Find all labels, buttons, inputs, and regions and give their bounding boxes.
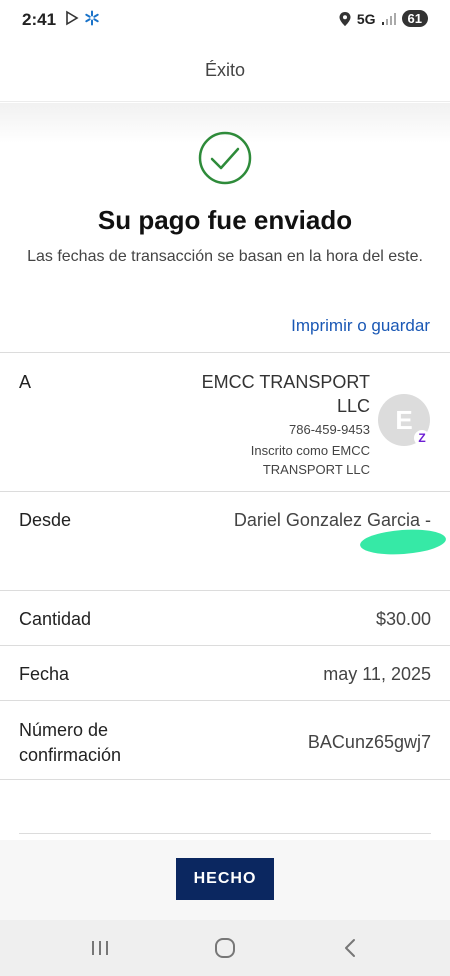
confirmation-number-label-line2: confirmación <box>19 745 122 765</box>
divider <box>19 833 431 834</box>
done-button[interactable]: HECHO <box>176 858 274 900</box>
recipient-info: EMCC TRANSPORT LLC 786-459-9453 Inscrito… <box>150 370 370 479</box>
divider <box>0 352 450 353</box>
status-right: 5G 61 <box>339 10 428 27</box>
recipient-registered-line2: TRANSPORT LLC <box>262 462 370 477</box>
app-header: Éxito <box>0 40 450 102</box>
home-icon <box>215 938 235 958</box>
from-value: Dariel Gonzalez Garcia - <box>233 510 431 530</box>
recipient-name-line2: LLC <box>336 396 370 416</box>
confirmation-number-label: Número de confirmación <box>19 718 121 768</box>
amount-value: $30.00 <box>375 609 431 629</box>
signal-icon <box>381 12 396 25</box>
recipient-phone: 786-459-9453 <box>289 422 370 437</box>
back-icon <box>345 939 355 957</box>
divider <box>0 590 450 591</box>
status-time: 2:41 <box>22 10 57 29</box>
status-app-icons <box>64 10 100 26</box>
walmart-spark-icon <box>85 10 99 26</box>
confirmation-number-value: BACunz65gwj7 <box>307 732 431 752</box>
system-nav-bar <box>0 920 450 976</box>
amount-label: Cantidad <box>19 609 92 629</box>
redaction-highlight <box>359 527 447 557</box>
home-button[interactable] <box>205 934 245 962</box>
recent-apps-button[interactable] <box>80 934 120 962</box>
play-store-icon <box>66 10 79 26</box>
confirmation-number-label-line1: Número de <box>19 720 109 740</box>
to-label: A <box>19 372 32 392</box>
recent-apps-icon <box>92 941 108 955</box>
confirmation-subtitle: Las fechas de transacción se basan en la… <box>27 248 423 265</box>
checkmark-circle-icon <box>198 131 252 185</box>
page-title: Éxito <box>204 60 246 80</box>
recipient-registered-line1: Inscrito como EMCC <box>250 443 370 458</box>
battery-icon: 61 <box>401 10 428 27</box>
date-value: may 11, 2025 <box>323 664 431 684</box>
network-type: 5G <box>356 10 376 27</box>
confirmation-title: Su pago fue enviado <box>97 205 353 235</box>
print-or-save-link[interactable]: Imprimir o guardar <box>291 316 430 336</box>
zelle-badge-icon: Z <box>414 430 430 446</box>
divider <box>0 645 450 646</box>
from-label: Desde <box>19 510 72 530</box>
divider <box>0 491 450 492</box>
recipient-name-line1: EMCC TRANSPORT <box>201 372 370 392</box>
divider <box>0 700 450 701</box>
date-label: Fecha <box>19 664 70 684</box>
back-button[interactable] <box>330 934 370 962</box>
status-bar: 2:41 5G 61 <box>0 0 450 40</box>
divider <box>0 779 450 780</box>
location-icon <box>339 11 351 26</box>
